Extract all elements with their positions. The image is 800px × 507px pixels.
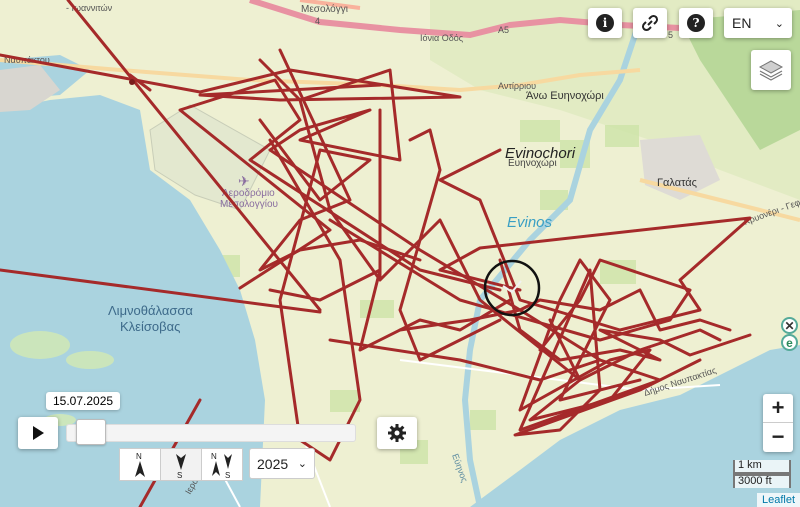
label-a5: A5 — [498, 25, 509, 35]
label-lagoon-1: Λιμνοθάλασσα — [108, 303, 193, 318]
timeline-slider[interactable] — [66, 424, 356, 442]
info-icon: i — [596, 14, 614, 32]
scale-km: 1 km — [733, 460, 791, 474]
timeline-date: 15.07.2025 — [46, 392, 121, 410]
label-galatas: Γαλατάς — [657, 177, 697, 189]
zoom-control: + − — [763, 394, 793, 452]
play-icon — [33, 426, 44, 440]
chevron-down-icon: ⌄ — [774, 17, 784, 30]
help-icon: ? — [687, 14, 705, 32]
label-ano-evinochori: Άνω Ευηνοχώρι — [526, 90, 604, 102]
direction-south-button[interactable]: S — [160, 448, 202, 481]
label-road-5: 5 — [668, 30, 673, 40]
svg-text:S: S — [177, 471, 182, 478]
info-button[interactable]: i — [588, 8, 622, 38]
label-evinos: Evinos — [507, 214, 553, 231]
label-lagoon-2: Κλείσοβας — [120, 319, 180, 334]
e-tab-icon[interactable]: e — [781, 334, 798, 351]
label-mesolongi-road: Μεσολόγγι — [301, 3, 348, 15]
zoom-out-button[interactable]: − — [763, 423, 793, 451]
year-select[interactable]: 2025 ⌄ — [249, 448, 315, 479]
label-ionia-odos: Ιόνια Οδός — [420, 33, 464, 43]
layers-button[interactable] — [751, 50, 791, 90]
label-road-4: 4 — [315, 16, 320, 26]
zoom-in-button[interactable]: + — [763, 394, 793, 423]
layers-icon — [758, 60, 784, 81]
chevron-down-icon: ⌄ — [297, 458, 307, 470]
timeline-slider-handle[interactable] — [75, 419, 106, 445]
close-tab-icon[interactable]: ✕ — [781, 317, 798, 334]
language-value: EN — [732, 15, 752, 31]
north-south-arrows-icon: N S — [211, 452, 232, 478]
direction-north-button[interactable]: N — [119, 448, 161, 481]
link-icon — [641, 14, 659, 32]
label-evinochori-gr: Ευηνοχώρι — [508, 157, 557, 169]
attribution-link[interactable]: Leaflet — [756, 493, 800, 507]
south-arrow-icon: S — [176, 453, 186, 478]
svg-text:N: N — [136, 452, 142, 461]
airport-icon: ✈ — [238, 173, 250, 189]
help-button[interactable]: ? — [679, 8, 713, 38]
gear-icon — [388, 424, 406, 442]
year-value: 2025 — [257, 455, 289, 472]
settings-button[interactable] — [377, 417, 417, 449]
link-button[interactable] — [633, 8, 667, 38]
svg-text:N: N — [211, 452, 217, 461]
language-select[interactable]: EN ⌄ — [724, 8, 792, 38]
svg-text:S: S — [225, 471, 230, 478]
north-arrow-icon: N — [135, 452, 145, 477]
track-point — [129, 79, 135, 85]
direction-both-button[interactable]: N S — [201, 448, 243, 481]
play-button[interactable] — [18, 417, 58, 449]
scale-ft: 3000 ft — [733, 474, 791, 488]
